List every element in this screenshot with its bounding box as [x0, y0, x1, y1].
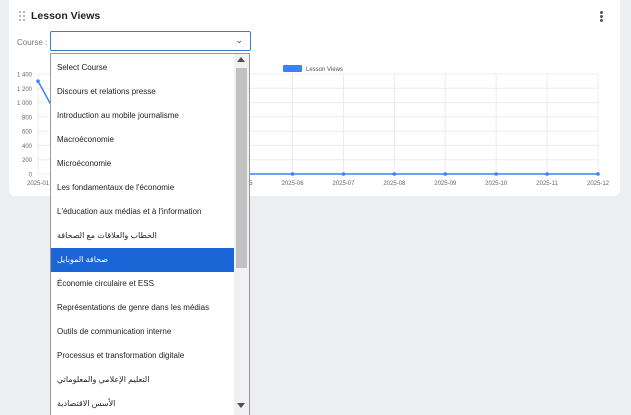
- course-option-label: Discours et relations presse: [57, 87, 156, 96]
- course-option-label: Processus et transformation digitale: [57, 351, 185, 360]
- course-option[interactable]: Macroéconomie: [51, 128, 235, 152]
- data-point: [545, 172, 549, 176]
- course-option-label: صحافة الموبايل: [57, 255, 109, 264]
- dropdown-scrollbar[interactable]: [234, 54, 249, 415]
- course-option-label: Les fondamentaux de l'économie: [57, 183, 175, 192]
- y-tick-label: 1 000: [17, 101, 33, 107]
- legend-swatch: [283, 65, 302, 72]
- course-option[interactable]: Discours et relations presse: [51, 80, 235, 104]
- course-dropdown-list[interactable]: الأسس الاقتصادية التعليم الإعلامي والمعلو…: [50, 53, 250, 415]
- legend-label: Lesson Views: [306, 67, 343, 73]
- course-option[interactable]: الأسس الاقتصادية: [51, 392, 235, 415]
- y-tick-label: 1 200: [17, 87, 33, 93]
- data-point: [36, 79, 40, 83]
- course-option[interactable]: Select Course: [51, 56, 235, 80]
- course-option[interactable]: Processus et transformation digitale: [51, 344, 235, 368]
- course-option[interactable]: الخطاب والعلاقات مع الصحافة: [51, 224, 235, 248]
- x-tick-label: 2025-11: [536, 181, 558, 187]
- y-tick-label: 200: [22, 158, 33, 164]
- course-option-label: Microéconomie: [57, 159, 112, 168]
- course-option[interactable]: Représentations de genre dans les médias: [51, 296, 235, 320]
- course-option[interactable]: التعليم الإعلامي والمعلوماتي: [51, 368, 235, 392]
- x-tick-label: 2025-01: [27, 181, 50, 187]
- course-option-label: Économie circulaire et ESS: [57, 279, 154, 288]
- course-option-label: Macroéconomie: [57, 135, 114, 144]
- course-option[interactable]: Outils de communication interne: [51, 320, 235, 344]
- course-option[interactable]: Les fondamentaux de l'économie: [51, 176, 235, 200]
- y-tick-label: 800: [22, 115, 33, 121]
- scroll-down-arrow-icon[interactable]: [237, 403, 245, 408]
- course-option[interactable]: Introduction au mobile journalisme: [51, 104, 235, 128]
- course-option-label: الأسس الاقتصادية: [57, 399, 116, 408]
- y-tick-label: 400: [22, 144, 33, 150]
- x-tick-label: 2025-08: [383, 181, 406, 187]
- x-tick-label: 2025-12: [587, 181, 610, 187]
- y-tick-label: 1 400: [17, 73, 33, 79]
- course-option-label: Représentations de genre dans les médias: [57, 303, 210, 312]
- data-point: [443, 172, 448, 176]
- course-option-label: Introduction au mobile journalisme: [57, 111, 179, 120]
- course-option-label: Outils de communication interne: [57, 327, 172, 336]
- y-tick-label: 600: [22, 130, 33, 136]
- x-tick-label: 2025-09: [434, 181, 457, 187]
- course-option-label: L'éducation aux médias et à l'informatio…: [57, 207, 202, 216]
- data-point: [392, 172, 397, 176]
- course-option[interactable]: صحافة الموبايل: [51, 248, 235, 272]
- course-option-label: الخطاب والعلاقات مع الصحافة: [57, 231, 157, 240]
- x-tick-label: 2025-07: [332, 181, 355, 187]
- scroll-up-arrow-icon[interactable]: [237, 57, 245, 62]
- course-option-label: التعليم الإعلامي والمعلوماتي: [57, 375, 150, 384]
- data-point: [596, 172, 600, 176]
- course-option[interactable]: L'éducation aux médias et à l'informatio…: [51, 200, 235, 224]
- course-option-label: Select Course: [57, 63, 108, 72]
- course-option[interactable]: Microéconomie: [51, 152, 235, 176]
- course-option[interactable]: Économie circulaire et ESS: [51, 272, 235, 296]
- y-tick-label: 0: [29, 173, 33, 179]
- data-point: [290, 172, 295, 176]
- data-point: [341, 172, 346, 176]
- data-point: [494, 172, 498, 176]
- x-tick-label: 2025-10: [485, 181, 508, 187]
- x-tick-label: 2025-06: [282, 181, 305, 187]
- scroll-thumb[interactable]: [236, 68, 247, 268]
